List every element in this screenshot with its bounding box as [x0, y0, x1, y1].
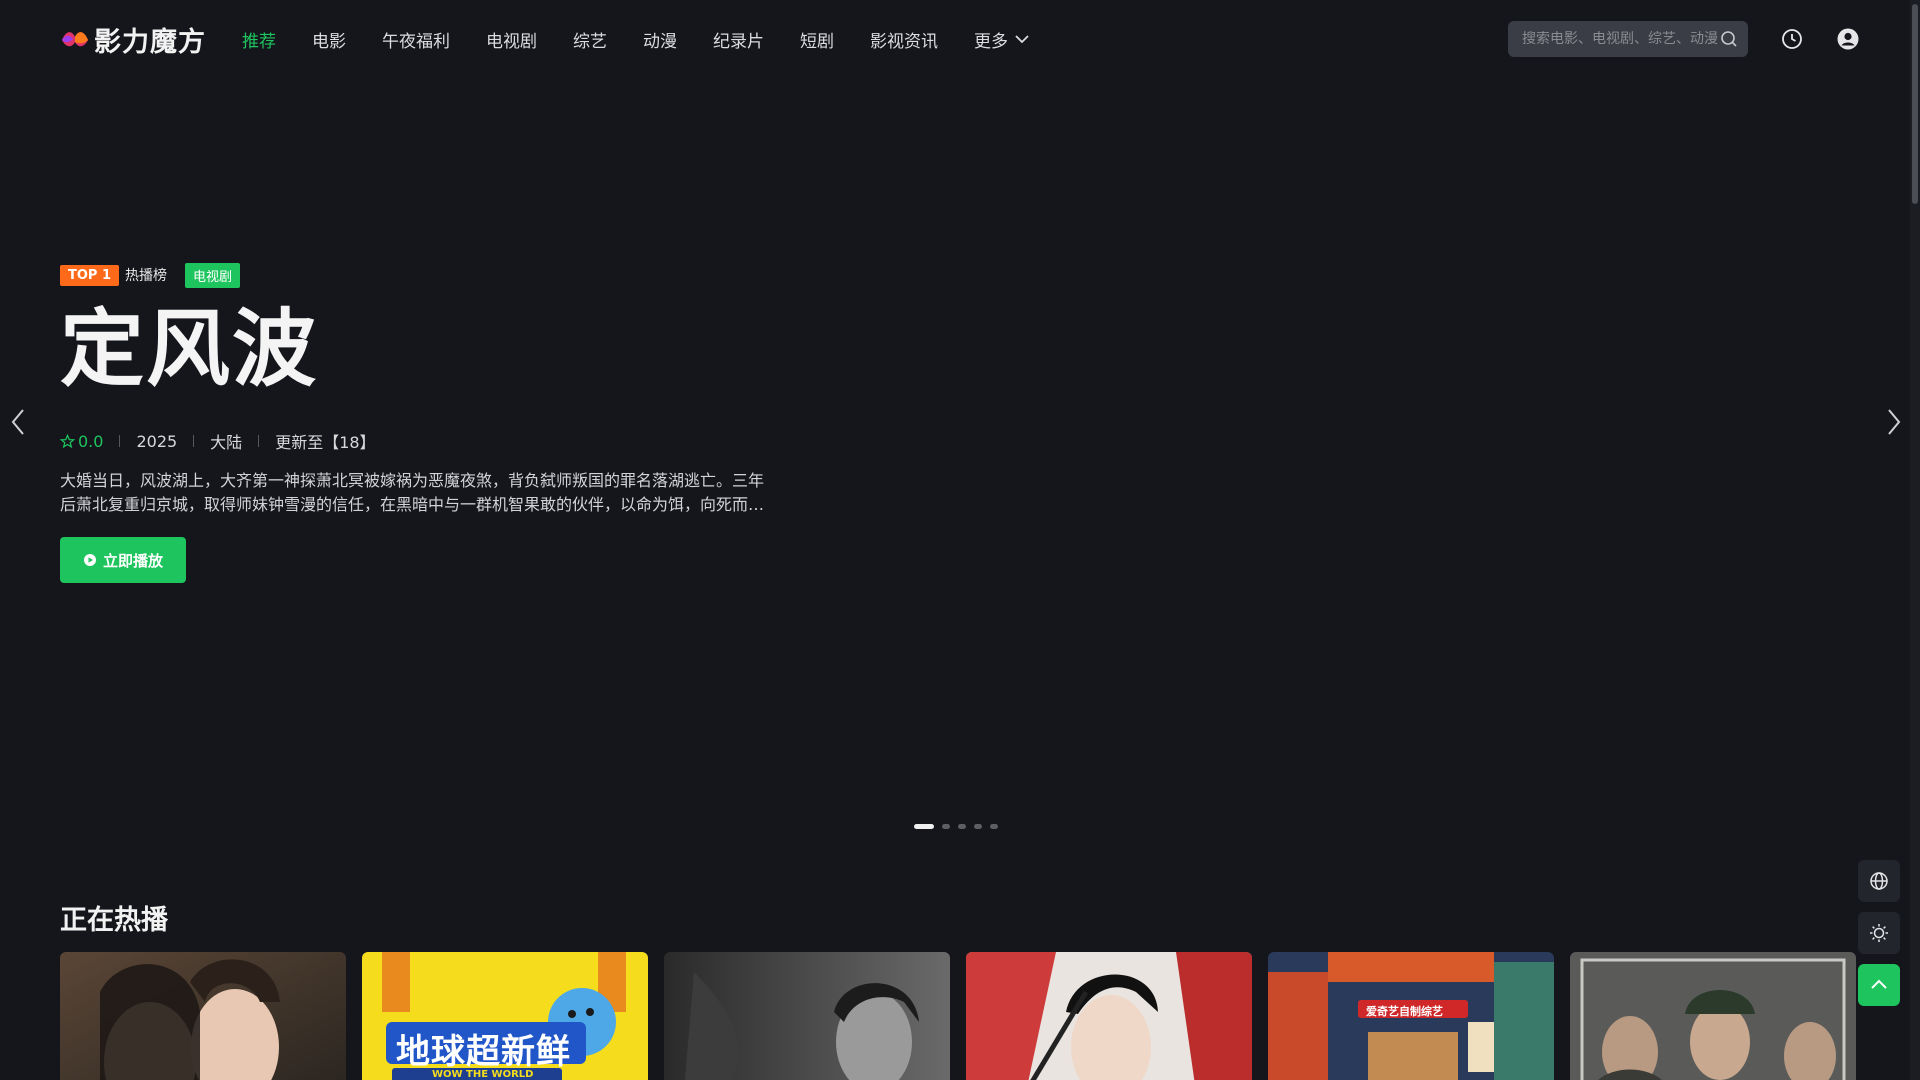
update-status: 更新至【18】: [275, 433, 376, 452]
main-nav: 推荐 电影 午夜福利 电视剧 综艺 动漫 纪录片 短剧 影视资讯 更多: [242, 27, 1030, 52]
poster-card[interactable]: 爱奇艺自制综艺: [1268, 952, 1554, 1080]
rating: 0.0: [60, 432, 103, 451]
nav-item-anime[interactable]: 动漫: [643, 27, 677, 52]
nav-more-label: 更多: [974, 31, 1008, 52]
scrollbar-thumb[interactable]: [1912, 4, 1918, 204]
carousel-indicators: [914, 824, 998, 829]
globe-icon: [1870, 872, 1888, 890]
search-icon[interactable]: [1720, 30, 1738, 48]
poster-image: [60, 952, 346, 1080]
top-header: 影力魔方 推荐 电影 午夜福利 电视剧 综艺 动漫 纪录片 短剧 影视资讯 更多: [0, 0, 1920, 78]
hero-badges: TOP 1 热播榜 电视剧: [60, 262, 820, 288]
search-box: [1508, 21, 1748, 57]
meta-divider: [119, 435, 121, 447]
search-input[interactable]: [1522, 31, 1720, 47]
now-playing-list: 地球超新鲜 WOW THE WORLD 爱奇艺自制综艺: [60, 952, 1856, 1080]
play-now-button[interactable]: 立即播放: [60, 537, 186, 583]
user-button[interactable]: [1836, 27, 1860, 51]
nav-item-movie[interactable]: 电影: [312, 27, 346, 52]
hero-title: 定风波: [60, 300, 319, 398]
poster-title-text: 地球超新鲜: [396, 1032, 571, 1072]
nav-item-variety[interactable]: 综艺: [573, 27, 607, 52]
history-icon: [1782, 29, 1802, 49]
poster-subtitle-text: WOW THE WORLD: [432, 1069, 534, 1080]
nav-item-tv[interactable]: 电视剧: [486, 27, 537, 52]
carousel-dot[interactable]: [958, 824, 966, 829]
meta-divider: [193, 435, 195, 447]
release-year: 2025: [136, 431, 178, 451]
nav-item-short-drama[interactable]: 短剧: [800, 27, 834, 52]
page: 影力魔方 推荐 电影 午夜福利 电视剧 综艺 动漫 纪录片 短剧 影视资讯 更多: [0, 0, 1920, 1080]
history-button[interactable]: [1780, 27, 1804, 51]
poster-card[interactable]: 地球超新鲜 WOW THE WORLD: [362, 952, 648, 1080]
chevron-left-icon: [11, 409, 24, 435]
star-icon: [60, 433, 75, 448]
region: 大陆: [210, 433, 243, 452]
floating-toolbar: [1858, 860, 1900, 1006]
play-now-label: 立即播放: [102, 551, 163, 570]
section-title: 正在热播: [60, 905, 168, 936]
logo-icon: [62, 32, 88, 47]
carousel-dot[interactable]: [942, 824, 950, 829]
chevron-right-icon: [1888, 409, 1901, 435]
poster-title-text: 爱奇艺自制综艺: [1366, 1005, 1443, 1018]
carousel-dot[interactable]: [990, 824, 998, 829]
poster-card[interactable]: [664, 952, 950, 1080]
nav-item-news[interactable]: 影视资讯: [870, 27, 938, 52]
poster-card[interactable]: [1570, 952, 1856, 1080]
play-icon: [83, 554, 96, 566]
site-logo[interactable]: 影力魔方: [60, 20, 206, 59]
carousel-dot[interactable]: [974, 824, 982, 829]
meta-divider: [258, 435, 260, 447]
poster-card[interactable]: [966, 952, 1252, 1080]
language-button[interactable]: [1858, 860, 1900, 902]
top-rank-badge: TOP 1: [60, 264, 120, 286]
rating-value: 0.0: [78, 431, 104, 451]
chevron-down-icon: [1015, 35, 1029, 44]
poster-image: [1570, 952, 1856, 1080]
user-icon: [1837, 28, 1859, 50]
back-to-top-button[interactable]: [1858, 964, 1900, 1006]
nav-item-recommend[interactable]: 推荐: [242, 27, 276, 52]
chevron-up-icon: [1871, 979, 1887, 989]
nav-more-dropdown[interactable]: 更多: [974, 27, 1030, 52]
nav-item-documentary[interactable]: 纪录片: [713, 27, 764, 52]
carousel-prev-button[interactable]: [6, 406, 30, 438]
genre-badge: 电视剧: [185, 262, 241, 288]
header-actions: [1508, 21, 1860, 57]
logo-text: 影力魔方: [94, 26, 206, 58]
hot-list-label: 热播榜: [125, 268, 168, 284]
sun-icon: [1870, 924, 1888, 942]
carousel-dot[interactable]: [914, 824, 934, 829]
carousel-next-button[interactable]: [1882, 406, 1906, 438]
nav-item-midnight[interactable]: 午夜福利: [382, 27, 450, 52]
hero-meta: 0.0 2025 大陆 更新至【18】: [60, 429, 820, 453]
poster-card[interactable]: [60, 952, 346, 1080]
hero-banner: TOP 1 热播榜 电视剧 定风波 0.0 2025 大陆 更新至【18】 大婚…: [60, 262, 820, 583]
theme-toggle-button[interactable]: [1858, 912, 1900, 954]
page-scrollbar[interactable]: [1910, 0, 1920, 1080]
poster-image: [664, 952, 950, 1080]
hero-description: 大婚当日，风波湖上，大齐第一神探萧北冥被嫁祸为恶魔夜煞，背负弑师叛国的罪名落湖逃…: [60, 471, 765, 514]
poster-image: [966, 952, 1252, 1080]
